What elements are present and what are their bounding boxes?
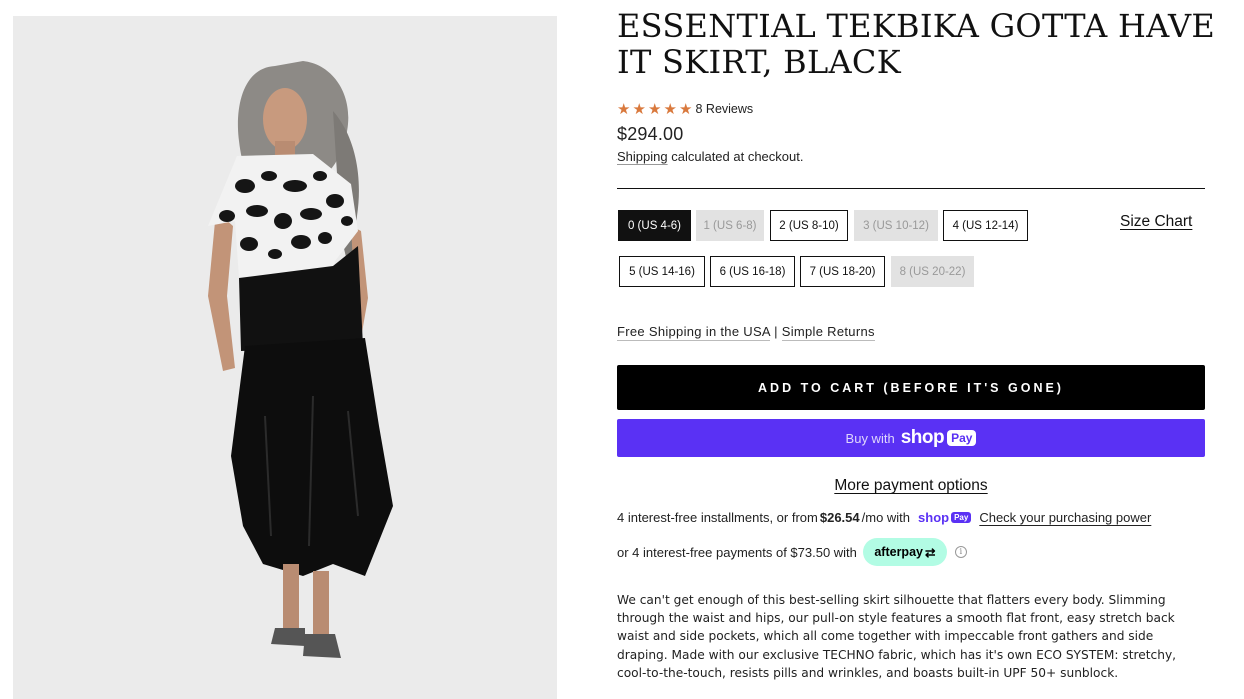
afterpay-logo-text: afterpay xyxy=(874,545,923,559)
afterpay-badge[interactable]: afterpay ⇄ xyxy=(862,538,947,566)
product-price: $294.00 xyxy=(617,124,684,144)
installments-suffix: /mo with xyxy=(861,510,911,525)
size-option-6[interactable]: 6 (US 16-18) xyxy=(710,256,795,287)
purchasing-power-link[interactable]: Check your purchasing power xyxy=(979,510,1151,525)
perks-separator: | xyxy=(774,324,778,339)
add-to-cart-button[interactable]: ADD TO CART (BEFORE IT'S GONE) xyxy=(617,365,1205,410)
star-icon: ★ xyxy=(648,99,662,118)
afterpay-text: or 4 interest-free payments of $73.50 wi… xyxy=(617,544,857,560)
star-icon: ★ xyxy=(632,99,646,118)
star-icon: ★ xyxy=(663,99,677,118)
divider xyxy=(617,188,1205,189)
shipping-note: Shipping calculated at checkout. xyxy=(617,149,803,164)
afterpay-arrows-icon: ⇄ xyxy=(924,545,936,560)
shop-pay-button[interactable]: Buy with shop Pay xyxy=(617,419,1205,457)
size-option-1[interactable]: 1 (US 6-8) xyxy=(696,210,764,241)
free-shipping-link[interactable]: Free Shipping in the USA xyxy=(617,324,771,341)
info-icon[interactable]: i xyxy=(954,546,967,558)
size-chart-link[interactable]: Size Chart xyxy=(1120,213,1192,231)
shop-pay-logo-text: shop xyxy=(918,510,950,525)
shop-pay-installments: 4 interest-free installments, or from $2… xyxy=(617,510,1151,525)
size-option-8[interactable]: 8 (US 20-22) xyxy=(891,256,974,287)
product-description: We can't get enough of this best-selling… xyxy=(617,593,1177,680)
shipping-note-text: calculated at checkout. xyxy=(667,149,804,164)
size-option-7[interactable]: 7 (US 18-20) xyxy=(800,256,885,287)
installments-amount: $26.54 xyxy=(819,510,860,525)
star-icon: ★ xyxy=(679,99,693,118)
afterpay-row: or 4 interest-free payments of $73.50 wi… xyxy=(617,537,967,567)
more-payment-options-link[interactable]: More payment options xyxy=(617,477,1205,495)
installments-prefix: 4 interest-free installments, or from xyxy=(617,510,818,525)
shop-pay-logo: shop Pay xyxy=(918,510,972,525)
shipping-link[interactable]: Shipping xyxy=(617,149,668,164)
product-image[interactable] xyxy=(13,16,557,699)
size-option-0[interactable]: 0 (US 4-6) xyxy=(618,210,691,241)
product-title: ESSENTIAL TEKBIKA GOTTA HAVE IT SKIRT, B… xyxy=(617,7,1216,81)
rating-stars: ★ ★ ★ ★ ★ xyxy=(617,99,695,118)
size-option-5[interactable]: 5 (US 14-16) xyxy=(619,256,705,287)
size-option-2[interactable]: 2 (US 8-10) xyxy=(770,210,848,241)
size-option-3[interactable]: 3 (US 10-12) xyxy=(854,210,938,241)
simple-returns-link[interactable]: Simple Returns xyxy=(781,324,875,341)
shop-pay-logo-pill: Pay xyxy=(951,512,972,523)
reviews-link[interactable]: 8 Reviews xyxy=(696,102,754,116)
size-option-4[interactable]: 4 (US 12-14) xyxy=(943,210,1028,241)
rating-row[interactable]: ★ ★ ★ ★ ★ 8 Reviews xyxy=(617,100,753,118)
pay-pill: Pay xyxy=(947,430,977,446)
star-icon: ★ xyxy=(617,99,631,118)
shipping-perks: Free Shipping in the USA | Simple Return… xyxy=(617,324,875,341)
buy-with-label: Buy with xyxy=(845,430,895,446)
model-photo xyxy=(208,61,393,658)
shop-logo: shop xyxy=(900,427,945,448)
